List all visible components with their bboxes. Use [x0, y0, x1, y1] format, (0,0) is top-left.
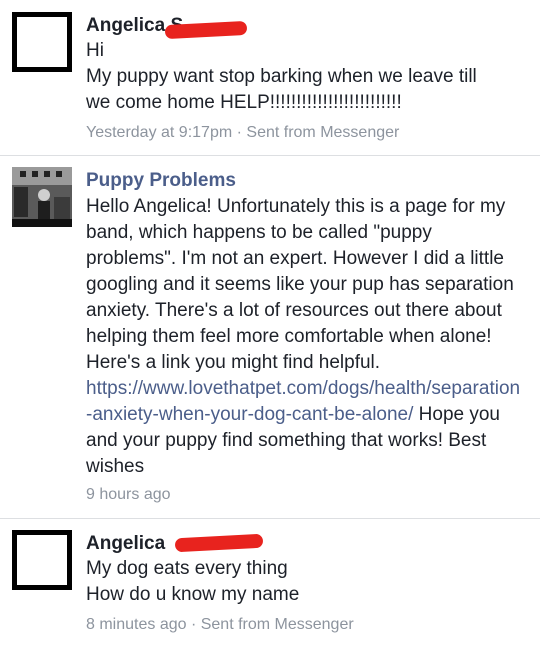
redaction-mark: [174, 533, 264, 553]
message-line: My puppy want stop barking when we leave…: [86, 66, 477, 87]
avatar[interactable]: [12, 12, 72, 72]
message-meta: Yesterday at 9:17pm · Sent from Messenge…: [86, 124, 400, 141]
divider: [0, 155, 540, 156]
message-line: How do u know my name: [86, 584, 300, 605]
sender-name[interactable]: Puppy Problems: [86, 169, 236, 193]
message-line: Hi: [86, 40, 104, 61]
message-text: Hello Angelica! Unfortunately this is a …: [86, 196, 520, 373]
message-line: we come home HELP!!!!!!!!!!!!!!!!!!!!!!!…: [86, 92, 402, 113]
band-avatar[interactable]: [12, 167, 72, 227]
redaction-mark: [164, 20, 248, 40]
message-body: Hello Angelica! Unfortunately this is a …: [86, 194, 526, 480]
message-meta: 8 minutes ago · Sent from Messenger: [86, 616, 354, 633]
message-meta: 9 hours ago: [86, 486, 171, 503]
band-photo-icon: [12, 167, 72, 227]
divider: [0, 518, 540, 519]
message-line: My dog eats every thing: [86, 558, 288, 579]
avatar[interactable]: [12, 530, 72, 590]
sender-name[interactable]: Angelica: [86, 532, 165, 556]
